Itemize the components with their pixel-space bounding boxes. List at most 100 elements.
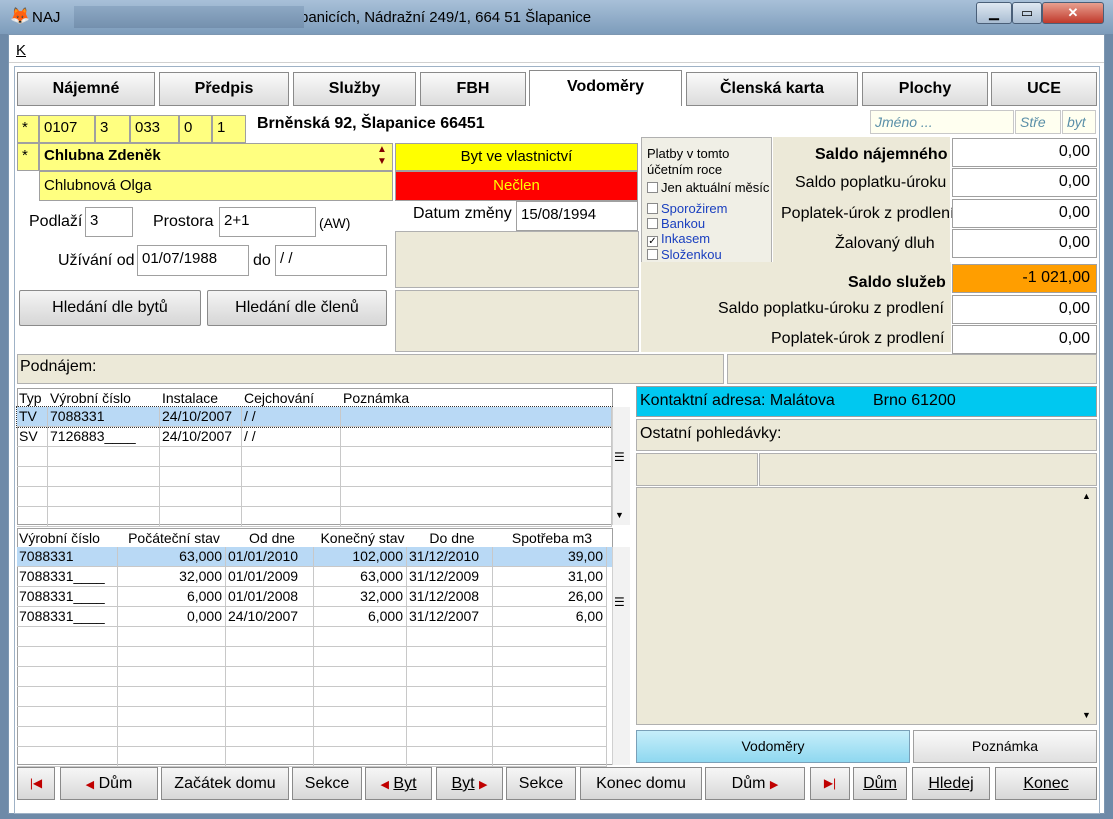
meters-column-header[interactable]: Instalace: [162, 390, 244, 406]
readings-column-header[interactable]: Od dne: [228, 530, 316, 546]
platby-option[interactable]: Sporožirem: [647, 201, 744, 216]
maximize-icon[interactable]: ▭: [1012, 2, 1042, 24]
address-code5-field[interactable]: 1: [212, 115, 246, 143]
tab-clenska-karta[interactable]: Členská karta: [686, 72, 858, 106]
arrow-right-icon: ▶: [479, 779, 488, 791]
readings-row[interactable]: [17, 707, 612, 727]
app-name: NAJ: [32, 9, 61, 26]
dum-button[interactable]: Dům: [853, 767, 907, 800]
zacatek-domu-button[interactable]: Začátek domu: [161, 767, 289, 800]
person1-field[interactable]: Chlubna Zdeněk: [39, 143, 393, 171]
tab-najemne[interactable]: Nájemné: [17, 72, 155, 106]
readings-row[interactable]: [17, 667, 612, 687]
readings-scrollbar[interactable]: [612, 547, 630, 765]
tab-sluzby[interactable]: Služby: [293, 72, 416, 106]
konec-button[interactable]: Konec: [995, 767, 1097, 800]
dum-next-button[interactable]: Dům ▶: [705, 767, 805, 800]
readings-cell: [226, 707, 314, 727]
readings-row[interactable]: [17, 627, 612, 647]
search-jmeno-input[interactable]: Jméno ...: [870, 110, 1014, 134]
readings-column-header[interactable]: Počáteční stav: [120, 530, 228, 546]
person-spinner-icon[interactable]: ▲ ▼: [377, 144, 387, 168]
byt-prev-button[interactable]: ◀ Byt: [365, 767, 432, 800]
search-stre-input[interactable]: Stře: [1015, 110, 1061, 134]
vodomery-tab-button[interactable]: Vodoměry: [636, 730, 910, 763]
sekce-next-button[interactable]: Sekce: [506, 767, 576, 800]
readings-row[interactable]: [17, 647, 612, 667]
do-input[interactable]: / /: [275, 245, 387, 276]
app-fox-icon: 🦊: [10, 8, 30, 25]
arrow-right-icon: ▶: [769, 779, 779, 791]
tab-vodomery[interactable]: Vodoměry: [529, 70, 682, 106]
person2-field[interactable]: Chlubnová Olga: [39, 171, 393, 201]
readings-cell: 7088331____: [17, 607, 118, 627]
platby-option[interactable]: Složenkou: [647, 247, 744, 262]
meters-column-header[interactable]: Výrobní číslo: [50, 390, 162, 406]
readings-row[interactable]: 7088331____ 6,000 01/01/2008 32,000 31/12/20…: [17, 587, 612, 607]
podlazi-input[interactable]: 3: [85, 207, 133, 237]
prostora-input[interactable]: 2+1: [219, 207, 316, 237]
tab-predpis[interactable]: Předpis: [159, 72, 289, 106]
tab-plochy[interactable]: Plochy: [862, 72, 988, 106]
scroll-grip-icon[interactable]: ☰: [614, 450, 625, 464]
scroll-down-icon[interactable]: ▼: [615, 510, 624, 520]
menu-k[interactable]: K: [16, 42, 26, 59]
notes-area[interactable]: [636, 487, 1097, 725]
meters-row[interactable]: SV 7126883____ 24/10/2007 / /: [17, 427, 612, 447]
konec-domu-button[interactable]: Konec domu: [580, 767, 702, 800]
readings-cell: 24/10/2007: [226, 607, 314, 627]
last-record-button[interactable]: ▶|: [810, 767, 850, 800]
close-icon[interactable]: ✕: [1042, 2, 1104, 24]
readings-row[interactable]: [17, 747, 612, 767]
meters-cell: 7088331: [48, 407, 160, 427]
tab-fbh[interactable]: FBH: [420, 72, 526, 106]
uzivani-od-input[interactable]: 01/07/1988: [137, 245, 249, 276]
dum-prev-button[interactable]: ◀ Dům: [60, 767, 158, 800]
address-code1-field[interactable]: 0107: [39, 115, 95, 143]
readings-column-header[interactable]: Spotřeba m3: [495, 530, 609, 546]
datum-zmeny-input[interactable]: 15/08/1994: [516, 201, 638, 231]
meters-row[interactable]: [17, 507, 612, 527]
checkbox-icon: [647, 249, 658, 261]
poznamka-tab-button[interactable]: Poznámka: [913, 730, 1097, 763]
meters-column-header[interactable]: Cejchování: [244, 390, 343, 406]
readings-cell: 31/12/2007: [407, 607, 493, 627]
address-code2-field[interactable]: 3: [95, 115, 130, 143]
readings-column-header[interactable]: Konečný stav: [316, 530, 409, 546]
readings-row[interactable]: [17, 687, 612, 707]
scroll-down-icon[interactable]: ▼: [1082, 710, 1091, 720]
meters-scrollbar[interactable]: [612, 407, 630, 525]
hledej-button[interactable]: Hledej: [912, 767, 990, 800]
meters-column-header[interactable]: Poznámka: [343, 390, 614, 406]
meters-column-header[interactable]: Typ: [19, 390, 50, 406]
hledani-dle-clenu-button[interactable]: Hledání dle členů: [207, 290, 387, 326]
hledani-dle-bytu-button[interactable]: Hledání dle bytů: [19, 290, 201, 326]
address-code3-field[interactable]: 033: [130, 115, 179, 143]
platby-option[interactable]: Bankou: [647, 216, 744, 231]
address-code4-field[interactable]: 0: [179, 115, 212, 143]
meters-row[interactable]: [17, 447, 612, 467]
readings-row[interactable]: 7088331____ 32,000 01/01/2009 63,000 31/12/2…: [17, 567, 612, 587]
meters-row[interactable]: [17, 487, 612, 507]
scroll-up-icon[interactable]: ▲: [1082, 491, 1091, 501]
readings-row[interactable]: 7088331____ 0,000 24/10/2007 6,000 31/12/200…: [17, 607, 612, 627]
readings-column-header[interactable]: Výrobní číslo: [19, 530, 120, 546]
scroll-grip-icon[interactable]: ☰: [614, 595, 625, 609]
byt-next-button[interactable]: Byt ▶: [436, 767, 503, 800]
sekce-prev-button[interactable]: Sekce: [292, 767, 362, 800]
search-byt-input[interactable]: byt: [1062, 110, 1096, 134]
meters-row[interactable]: TV 7088331 24/10/2007 / /: [16, 406, 613, 428]
readings-row[interactable]: [17, 727, 612, 747]
tab-uce[interactable]: UCE: [991, 72, 1097, 106]
first-record-button[interactable]: |◀: [17, 767, 55, 800]
readings-row[interactable]: 7088331 63,000 01/01/2010 102,000 31/12/2010…: [17, 547, 612, 567]
meters-row[interactable]: [17, 467, 612, 487]
platby-option-label: Složenkou: [661, 247, 722, 263]
jen-aktualni-checkbox[interactable]: Jen aktuální měsíc: [647, 180, 769, 195]
minimize-icon[interactable]: ▁: [976, 2, 1012, 24]
zalovany-dluh-label: Žalovaný dluh: [835, 235, 935, 252]
checkbox-icon: [647, 182, 658, 193]
platby-option[interactable]: ✓ Inkasem: [647, 231, 744, 248]
readings-column-header[interactable]: Do dne: [409, 530, 495, 546]
readings-cell: [17, 727, 118, 747]
